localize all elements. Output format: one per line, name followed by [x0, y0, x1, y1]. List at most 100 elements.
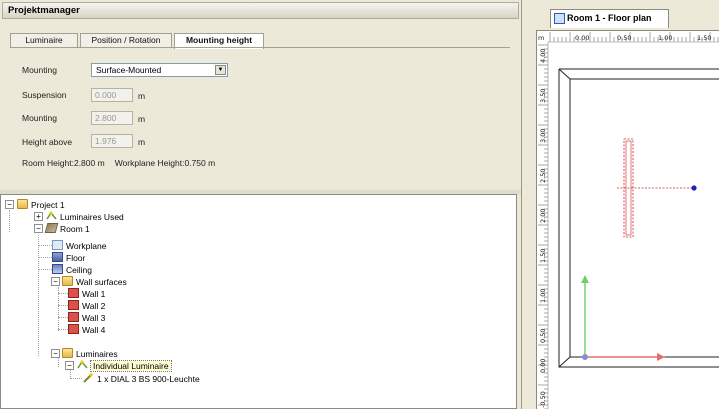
suspension-unit: m: [138, 91, 146, 101]
y-axis-arrowhead: [581, 275, 589, 283]
expander-luminaires[interactable]: −: [51, 349, 60, 358]
suspension-label: Suspension: [22, 90, 67, 100]
tree-item-label: 1 x DIAL 3 BS 900-Leuchte: [97, 373, 200, 384]
floor-plan-icon: [554, 13, 565, 24]
tree-item-project[interactable]: Project 1: [17, 198, 65, 210]
tree-item-label: Luminaires: [76, 348, 118, 359]
y-tick-label: 1.00: [539, 289, 547, 303]
x-tick-label: 0.50: [617, 34, 631, 42]
tree-connector: [70, 378, 82, 379]
floor-plan-panel: Room 1 - Floor plan m 0.00 0.50 1.00 1.5…: [521, 0, 719, 409]
tree-item-workplane[interactable]: Workplane: [52, 239, 106, 251]
expander-individual-luminaire[interactable]: −: [65, 361, 74, 370]
tab-floor-plan[interactable]: Room 1 - Floor plan: [550, 9, 669, 28]
tree-item-label: Workplane: [66, 240, 107, 251]
height-above-field[interactable]: 1.976: [91, 134, 133, 148]
expander-room[interactable]: −: [34, 224, 43, 233]
tab-position-rotation[interactable]: Position / Rotation: [80, 33, 172, 48]
tree-connector: [58, 329, 68, 330]
y-tick-label: 1.50: [539, 249, 547, 263]
tree-connector: [38, 245, 52, 246]
tree-item-label: Wall surfaces: [76, 276, 127, 287]
ceiling-icon: [52, 263, 63, 274]
folder-icon: [62, 275, 73, 286]
tree-item-luminaire[interactable]: 1 x DIAL 3 BS 900-Leuchte: [83, 372, 200, 384]
tree-item-label: Wall 2: [82, 300, 106, 311]
tree-item-wall-3[interactable]: Wall 3: [68, 311, 105, 323]
project-manager-panel: Projektmanager Luminaire Position / Rota…: [0, 0, 521, 409]
x-tick-label: 1.00: [658, 34, 672, 42]
y-tick-label: 2.50: [539, 169, 547, 183]
floor-plan-canvas[interactable]: m 0.00 0.50 1.00 1.50 4.00 3.50 3.00 2.5…: [536, 30, 719, 409]
mounting-select-value: Surface-Mounted: [96, 65, 162, 75]
expander-wall-surfaces[interactable]: −: [51, 277, 60, 286]
y-tick-label: 3.50: [539, 89, 547, 103]
mounting-label: Mounting: [22, 65, 57, 75]
origin-point: [582, 354, 588, 360]
room-corner-edge: [558, 68, 571, 80]
room-outer-wall: [558, 68, 719, 368]
tree-connector: [58, 317, 68, 318]
ruler-ticks: [538, 32, 719, 409]
folder-icon: [62, 347, 73, 358]
folder-icon: [17, 198, 28, 209]
floor-icon: [52, 251, 63, 262]
mounting-height-field[interactable]: 2.800: [91, 111, 133, 125]
ruler-unit-label: m: [538, 34, 544, 42]
tree-connector: [58, 293, 68, 294]
luminaire-icon: [83, 373, 94, 383]
y-tick-label: 2.00: [539, 209, 547, 223]
tree-item-room[interactable]: Room 1: [44, 222, 90, 234]
expander-project[interactable]: −: [5, 200, 14, 209]
tree-connector: [38, 235, 39, 356]
workplane-height-text: Workplane Height:0.750 m: [114, 158, 216, 168]
room-icon: [44, 222, 59, 233]
mounting-select[interactable]: Surface-Mounted ▼: [91, 63, 228, 77]
height-above-unit: m: [138, 137, 146, 147]
tree-item-wall-1[interactable]: Wall 1: [68, 287, 105, 299]
tree-item-ceiling[interactable]: Ceiling: [52, 263, 92, 275]
luminaire-group-icon: [46, 211, 57, 221]
expander-luminaires-used[interactable]: +: [34, 212, 43, 221]
tree-item-floor[interactable]: Floor: [52, 251, 85, 263]
tree-item-luminaires-used[interactable]: Luminaires Used: [46, 210, 124, 222]
x-tick-label: 1.50: [697, 34, 711, 42]
x-axis-arrowhead: [657, 353, 665, 361]
chevron-down-icon[interactable]: ▼: [215, 65, 226, 75]
tree-connector: [58, 305, 68, 306]
luminaire-group-icon: [77, 360, 88, 370]
y-tick-label: 0.00: [539, 359, 547, 373]
y-tick-label: 0.50: [539, 329, 547, 343]
project-tree[interactable]: − Project 1 + Luminaires Used − Room 1 W…: [0, 194, 517, 409]
tree-item-label: Wall 3: [82, 312, 106, 323]
aim-point[interactable]: [691, 185, 697, 191]
y-tick-label: 3.00: [539, 129, 547, 143]
y-tick-label: 4.00: [539, 49, 547, 63]
tree-item-label: Wall 1: [82, 288, 106, 299]
wall-icon: [68, 311, 79, 322]
y-tick-label: -0.50: [539, 391, 547, 408]
tree-item-wall-4[interactable]: Wall 4: [68, 323, 105, 335]
x-tick-label: 0.00: [575, 34, 589, 42]
tree-item-label: Wall 4: [82, 324, 106, 335]
tab-divider: [10, 47, 510, 48]
tree-item-luminaires[interactable]: Luminaires: [62, 347, 118, 359]
tree-item-label: Project 1: [31, 199, 65, 210]
mounting-height-unit: m: [138, 114, 146, 124]
wall-icon: [68, 299, 79, 310]
mounting-height-label: Mounting: [22, 113, 57, 123]
room-heights-info: Room Height:2.800 m Workplane Height:0.75…: [22, 158, 215, 168]
tab-luminaire[interactable]: Luminaire: [10, 33, 78, 48]
suspension-field[interactable]: 0.000: [91, 88, 133, 102]
floor-plan-drawing[interactable]: m 0.00 0.50 1.00 1.50 4.00 3.50 3.00 2.5…: [537, 31, 719, 409]
wall-icon: [68, 323, 79, 334]
tree-connector: [9, 210, 10, 232]
tree-item-wall-surfaces[interactable]: Wall surfaces: [62, 275, 127, 287]
tree-item-label: Ceiling: [66, 264, 92, 275]
tree-connector: [38, 257, 52, 258]
tree-item-individual-luminaire[interactable]: Individual Luminaire: [77, 359, 172, 372]
tree-item-wall-2[interactable]: Wall 2: [68, 299, 105, 311]
panel-title: Projektmanager: [2, 2, 519, 19]
room-inner-wall: [569, 78, 719, 358]
tree-item-label: Individual Luminaire: [90, 359, 172, 372]
